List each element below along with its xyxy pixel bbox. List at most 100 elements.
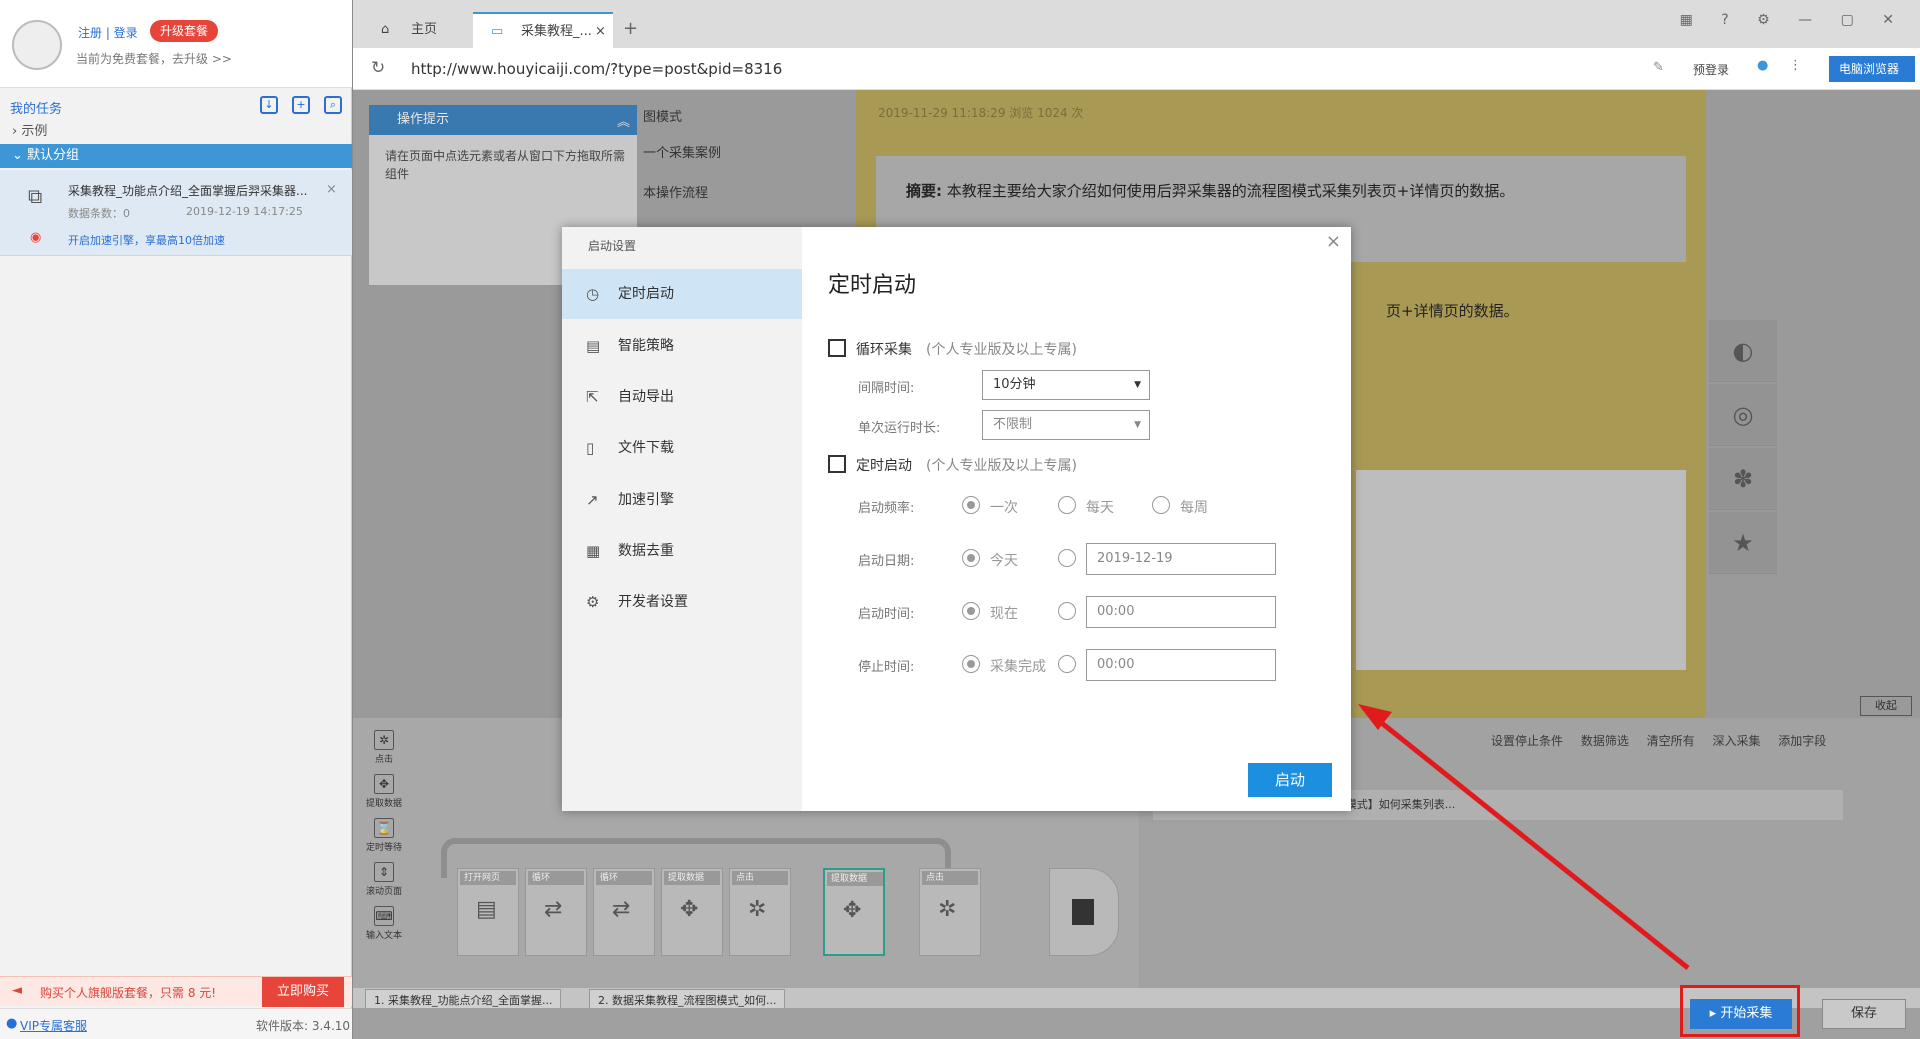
hourglass-icon: ⌛ [374, 818, 394, 838]
stop-label: 停止时间: [858, 660, 915, 675]
stop-icon [1072, 899, 1094, 925]
extract-icon: ✥ [843, 898, 862, 923]
chevron-right-icon: › [12, 124, 22, 139]
summary-tail: 页+详情页的数据。 [1386, 302, 1519, 320]
home-icon: ⌂ [381, 22, 390, 37]
tool-click[interactable]: ✲ 点击 [359, 730, 409, 765]
tool-wait[interactable]: ⌛ 定时等待 [359, 818, 409, 853]
duration-label: 单次运行时长: [858, 421, 941, 436]
user-icon: ● [6, 1016, 18, 1031]
dialog-menu-developer[interactable]: ⚙ 开发者设置 [562, 577, 802, 627]
login-link[interactable]: 注册 | 登录 [78, 24, 138, 41]
scroll-icon: ⇕ [374, 862, 394, 882]
stop-time-input[interactable]: 00:00 [1086, 649, 1276, 681]
paw-icon[interactable]: ✽ [1709, 448, 1777, 510]
date-custom-radio[interactable] [1058, 549, 1076, 567]
info-icon[interactable]: ● [1757, 58, 1768, 73]
new-tab-icon[interactable]: + [623, 18, 638, 39]
menu-item[interactable]: 本操作流程 [643, 182, 708, 201]
accel-link[interactable]: 开启加速引擎，享最高10倍加速 [68, 232, 225, 248]
wechat-icon[interactable]: ◐ [1709, 320, 1777, 382]
tab-home[interactable]: ⌂ 主页 [363, 12, 483, 48]
buy-button[interactable]: 立即购买 [262, 977, 344, 1007]
task-name[interactable]: 采集教程_功能点介绍_全面掌握后羿采集器... [68, 182, 328, 199]
tree-item-example[interactable]: › 示例 [0, 120, 352, 144]
dropdown-arrow-icon: ▼ [1134, 380, 1141, 390]
click-icon: ✲ [374, 730, 394, 750]
node-open-page[interactable]: 打开网页 ▤ [457, 868, 519, 956]
tool-extract[interactable]: ✥ 提取数据 [359, 774, 409, 809]
timed-note: (个人专业版及以上专属) [926, 458, 1077, 474]
tree-item-default-group[interactable]: ⌄ 默认分组 [0, 144, 352, 168]
promo-bar: ◄ 购买个人旗舰版套餐，只需 8 元! 立即购买 [0, 976, 352, 1007]
node-loop[interactable]: 循环 ⇄ [593, 868, 655, 956]
new-task-icon[interactable]: + [292, 96, 310, 114]
more-icon[interactable]: ⋮ [1789, 58, 1802, 73]
menu-item[interactable]: 图模式 [643, 106, 682, 125]
node-click[interactable]: 点击 ✲ [919, 868, 981, 956]
stop-complete-radio[interactable] [962, 655, 980, 673]
upgrade-button[interactable]: 升级套餐 [150, 20, 219, 42]
node-extract-active[interactable]: 提取数据 ✥ [823, 868, 885, 956]
fold-button[interactable]: 收起 [1860, 696, 1912, 716]
dialog-menu-accel[interactable]: ↗ 加速引擎 [562, 475, 802, 525]
freq-weekly-radio[interactable] [1152, 496, 1170, 514]
freq-daily-radio[interactable] [1058, 496, 1076, 514]
dialog-menu-strategy[interactable]: ▤ 智能策略 [562, 321, 802, 371]
time-input[interactable]: 00:00 [1086, 596, 1276, 628]
hint-body: 请在页面中点选元素或者从窗口下方拖取所需组件 [385, 149, 626, 181]
duration-select[interactable]: 不限制 ▼ [982, 410, 1150, 440]
task-card[interactable]: ⧉ 采集教程_功能点介绍_全面掌握后羿采集器... × 数据条数：0 2019-… [0, 170, 352, 256]
save-button[interactable]: 保存 [1822, 999, 1906, 1029]
workflow-tools: ✲ 点击 ✥ 提取数据 ⌛ 定时等待 ⇕ 滚动页面 ⌨ 输入文本 [353, 718, 415, 988]
data-toolbar[interactable]: 设置停止条件 数据筛选 清空所有 深入采集 添加字段 [1491, 732, 1826, 749]
import-icon[interactable]: ↓ [260, 96, 278, 114]
node-extract[interactable]: 提取数据 ✥ [661, 868, 723, 956]
refresh-icon[interactable]: ↻ [371, 58, 385, 78]
speed-icon: ◉ [30, 230, 42, 245]
annotation-highlight [1680, 985, 1800, 1037]
search-task-icon[interactable]: ⌕ [324, 96, 342, 114]
node-click[interactable]: 点击 ✲ [729, 868, 791, 956]
window-controls[interactable]: ▦ ? ⚙ — ▢ ✕ [1680, 12, 1906, 28]
browser-select[interactable]: 电脑浏览器 [1829, 56, 1915, 82]
time-custom-radio[interactable] [1058, 602, 1076, 620]
tab-tutorial[interactable]: ▭ 采集教程_... × [473, 12, 613, 48]
interval-select[interactable]: 10分钟 ▼ [982, 370, 1150, 400]
loop-checkbox[interactable] [828, 339, 846, 357]
date-input[interactable]: 2019-12-19 [1086, 543, 1276, 575]
menu-item[interactable]: 一个采集案例 [643, 142, 721, 161]
dialog-menu-dedupe[interactable]: ▦ 数据去重 [562, 526, 802, 576]
close-tab-icon[interactable]: × [595, 14, 606, 50]
loop-icon: ⇄ [544, 897, 563, 922]
left-panel: 注册 | 登录 升级套餐 当前为免费套餐，去升级 >> 我的任务 ↓ + ⌕ ›… [0, 0, 352, 1039]
avatar[interactable] [12, 20, 62, 70]
dialog-menu-scheduled[interactable]: ◷ 定时启动 [562, 269, 802, 319]
timed-checkbox[interactable] [828, 455, 846, 473]
stop-custom-radio[interactable] [1058, 655, 1076, 673]
time-now-radio[interactable] [962, 602, 980, 620]
node-loop[interactable]: 循环 ⇄ [525, 868, 587, 956]
task-header-title: 我的任务 [10, 102, 63, 117]
dialog-menu-download[interactable]: ▯ 文件下载 [562, 423, 802, 473]
collapse-icon[interactable]: ︽ [617, 111, 630, 130]
date-today-radio[interactable] [962, 549, 980, 567]
loop-label: 循环采集 [856, 342, 912, 358]
tool-scroll[interactable]: ⇕ 滚动页面 [359, 862, 409, 897]
weibo-icon[interactable]: ◎ [1709, 384, 1777, 446]
url-input[interactable]: http://www.houyicaiji.com/?type=post&pid… [411, 60, 782, 78]
vip-support-link[interactable]: VIP专属客服 [20, 1017, 87, 1034]
edit-icon[interactable]: ✎ [1653, 60, 1664, 75]
prelogin-button[interactable]: 预登录 [1693, 61, 1729, 78]
tool-input[interactable]: ⌨ 输入文本 [359, 906, 409, 941]
task-header: 我的任务 ↓ + ⌕ [0, 92, 352, 118]
plan-note[interactable]: 当前为免费套餐，去升级 >> [76, 50, 232, 67]
star-icon[interactable]: ★ [1709, 512, 1777, 574]
close-icon[interactable]: × [326, 182, 337, 197]
dialog-menu-export[interactable]: ⇱ 自动导出 [562, 372, 802, 422]
end-node[interactable] [1049, 868, 1119, 956]
freq-once-radio[interactable] [962, 496, 980, 514]
close-icon[interactable]: × [1326, 231, 1341, 252]
summary: 摘要: 本教程主要给大家介绍如何使用后羿采集器的流程图模式采集列表页+详情页的数… [906, 182, 1515, 200]
launch-button[interactable]: 启动 [1248, 763, 1332, 797]
